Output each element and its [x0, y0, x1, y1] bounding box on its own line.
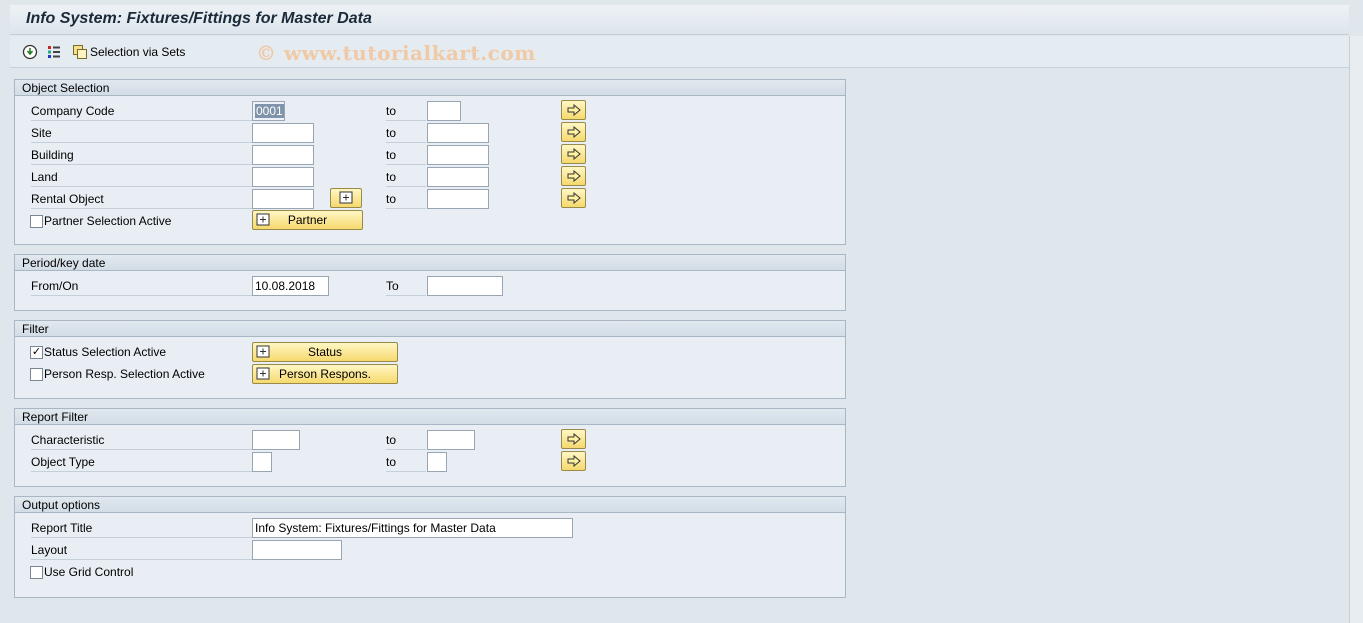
land-label: Land [31, 167, 269, 187]
building-multiple-selection-button[interactable] [561, 144, 586, 164]
period-to-label: To [386, 276, 426, 296]
arrow-right-icon [567, 126, 581, 138]
company-code-from-input[interactable]: 0001 [252, 101, 285, 121]
partner-button[interactable]: Partner [252, 210, 363, 230]
report-title-input[interactable]: Info System: Fixtures/Fittings for Maste… [252, 518, 573, 538]
object-type-to-input[interactable] [427, 452, 447, 472]
person-respons-button[interactable]: Person Respons. [252, 364, 398, 384]
from-on-label: From/On [31, 276, 269, 296]
title-bar: Info System: Fixtures/Fittings for Maste… [10, 5, 1349, 35]
arrow-right-icon [567, 192, 581, 204]
arrow-right-icon [567, 104, 581, 116]
partner-button-label: Partner [287, 213, 328, 227]
partner-selection-label: Partner Selection Active [44, 214, 172, 228]
person-resp-selection-checkbox[interactable] [30, 368, 43, 381]
characteristic-to-input[interactable] [427, 430, 475, 450]
site-from-input[interactable] [252, 123, 314, 143]
select-object-icon [256, 367, 270, 380]
group-header: Object Selection [15, 80, 845, 96]
rental-object-select-button[interactable] [330, 188, 362, 208]
object-type-label: Object Type [31, 452, 269, 472]
status-button[interactable]: Status [252, 342, 398, 362]
land-multiple-selection-button[interactable] [561, 166, 586, 186]
status-selection-checkbox[interactable]: ✓ [30, 346, 43, 359]
site-multiple-selection-button[interactable] [561, 122, 586, 142]
application-toolbar: Selection via Sets © www.tutorialkart.co… [10, 36, 1349, 68]
land-to-input[interactable] [427, 167, 489, 187]
select-object-icon [339, 191, 353, 204]
select-object-icon [256, 345, 270, 358]
to-label: to [386, 452, 426, 472]
report-title-label: Report Title [31, 518, 269, 538]
selection-via-sets-label[interactable]: Selection via Sets [90, 45, 185, 59]
select-object-icon [256, 213, 270, 226]
person-respons-button-label: Person Respons. [278, 367, 372, 381]
filter-group: Filter ✓ Status Selection Active Status … [14, 320, 846, 399]
watermark: © www.tutorialkart.com [256, 41, 536, 65]
arrow-right-icon [567, 148, 581, 160]
to-label: to [386, 430, 426, 450]
vertical-scrollbar[interactable] [1349, 36, 1363, 623]
variants-icon[interactable] [46, 44, 62, 60]
arrow-right-icon [567, 455, 581, 467]
object-type-multiple-selection-button[interactable] [561, 451, 586, 471]
execute-icon[interactable] [22, 44, 38, 60]
arrow-right-icon [567, 170, 581, 182]
arrow-right-icon [567, 433, 581, 445]
characteristic-label: Characteristic [31, 430, 269, 450]
status-selection-label: Status Selection Active [44, 345, 167, 359]
building-label: Building [31, 145, 269, 165]
site-label: Site [31, 123, 269, 143]
to-label: to [386, 145, 426, 165]
partner-selection-checkbox[interactable] [30, 215, 43, 228]
land-from-input[interactable] [252, 167, 314, 187]
page-title: Info System: Fixtures/Fittings for Maste… [26, 10, 372, 27]
period-to-date-input[interactable] [427, 276, 503, 296]
to-label: to [386, 101, 426, 121]
selection-sets-icon[interactable] [72, 44, 88, 60]
building-from-input[interactable] [252, 145, 314, 165]
status-button-label: Status [307, 345, 343, 359]
use-grid-control-label: Use Grid Control [44, 565, 134, 579]
company-code-label: Company Code [31, 101, 269, 121]
rental-object-from-input[interactable] [252, 189, 314, 209]
group-header: Period/key date [15, 255, 845, 271]
layout-input[interactable] [252, 540, 342, 560]
to-label: to [386, 123, 426, 143]
characteristic-from-input[interactable] [252, 430, 300, 450]
output-options-group: Output options Report Title Info System:… [14, 496, 846, 598]
rental-object-label: Rental Object [31, 189, 269, 209]
layout-label: Layout [31, 540, 269, 560]
building-to-input[interactable] [427, 145, 489, 165]
person-resp-selection-label: Person Resp. Selection Active [44, 367, 205, 381]
characteristic-multiple-selection-button[interactable] [561, 429, 586, 449]
company-code-multiple-selection-button[interactable] [561, 100, 586, 120]
object-selection-group: Object Selection Company Code 0001 to Si… [14, 79, 846, 245]
site-to-input[interactable] [427, 123, 489, 143]
company-code-to-input[interactable] [427, 101, 461, 121]
object-type-from-input[interactable] [252, 452, 272, 472]
rental-object-to-input[interactable] [427, 189, 489, 209]
report-filter-group: Report Filter Characteristic to Object T… [14, 408, 846, 487]
period-group: Period/key date From/On 10.08.2018 To [14, 254, 846, 311]
rental-object-multiple-selection-button[interactable] [561, 188, 586, 208]
to-label: to [386, 167, 426, 187]
to-label: to [386, 189, 426, 209]
group-header: Report Filter [15, 409, 845, 425]
from-on-date-input[interactable]: 10.08.2018 [252, 276, 329, 296]
group-header: Output options [15, 497, 845, 513]
use-grid-control-checkbox[interactable] [30, 566, 43, 579]
group-header: Filter [15, 321, 845, 337]
